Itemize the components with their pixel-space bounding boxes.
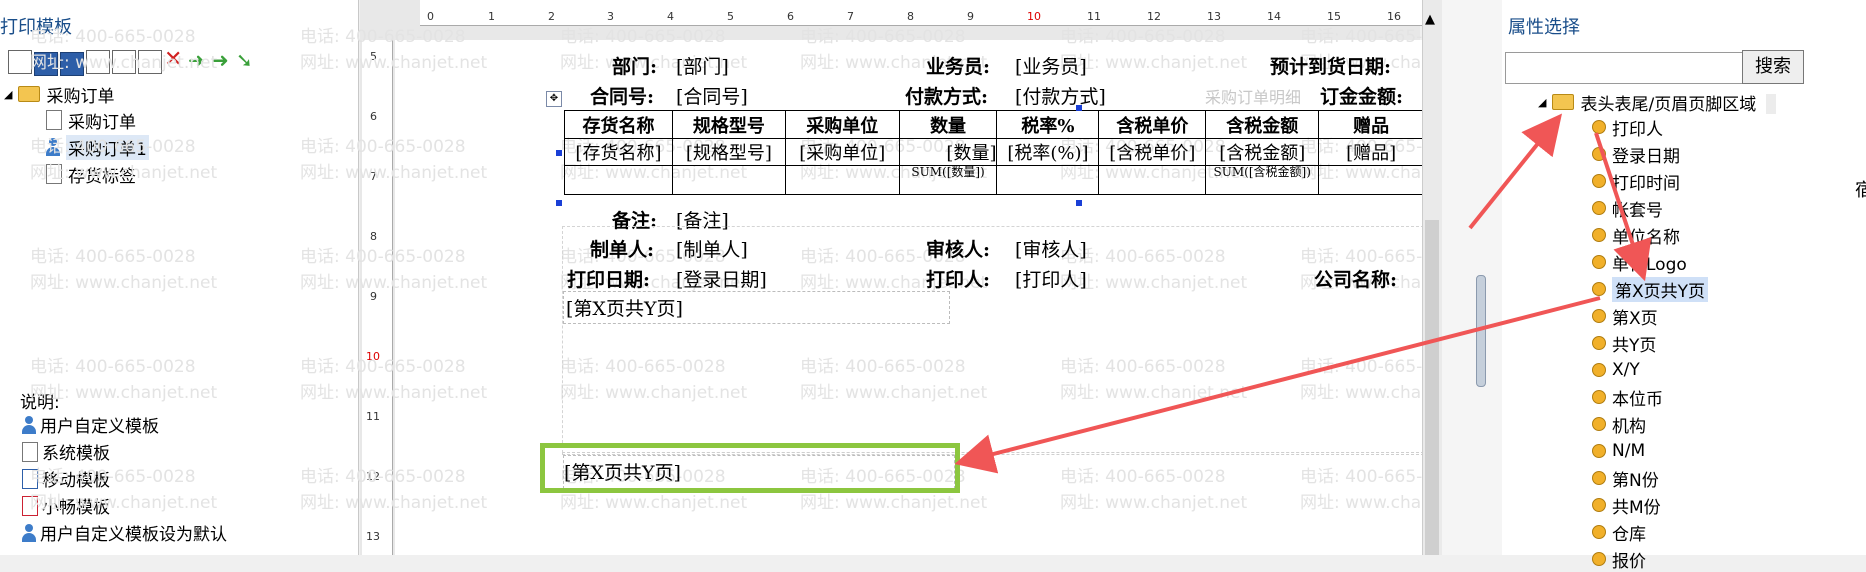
annotation-arrows xyxy=(954,113,1652,474)
arrow-to-footer-field xyxy=(954,296,1601,474)
arrow-to-page-item xyxy=(1594,132,1652,282)
arrow-to-group xyxy=(1468,113,1563,230)
